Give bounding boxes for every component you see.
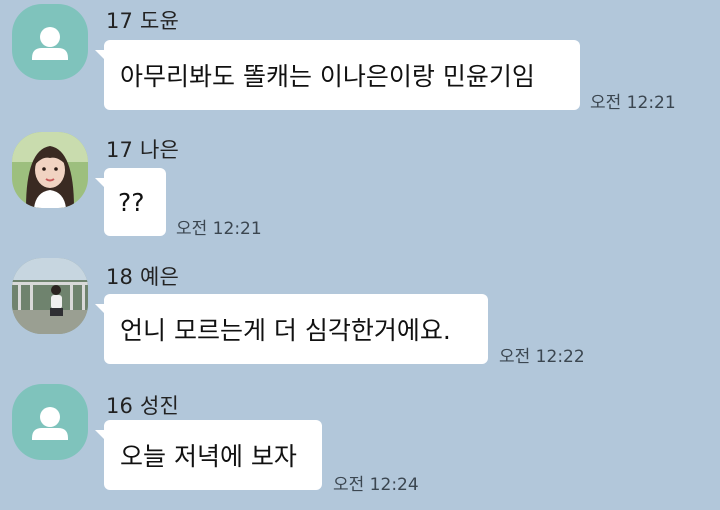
message-timestamp: 오전 12:22 [499,347,585,367]
chat-message-list[interactable]: 17 도윤 아무리봐도 똘캐는 이나은이랑 민윤기임 오전 12:21 17 나… [0,0,720,510]
profile-photo[interactable] [12,132,88,208]
outdoor-photo-image [12,258,88,334]
message-bubble[interactable]: 언니 모르는게 더 심각한거에요. [95,294,488,364]
person-icon [32,407,68,440]
message-timestamp: 오전 12:21 [590,93,676,113]
sender-name: 16 성진 [106,394,180,418]
default-profile-icon[interactable] [12,384,88,460]
sender-name: 18 예은 [106,265,180,289]
profile-photo[interactable] [12,258,88,334]
message-timestamp: 오전 12:24 [333,475,419,495]
message-bubble[interactable]: 오늘 저녁에 보자 [95,420,322,490]
message-bubble[interactable]: 아무리봐도 똘캐는 이나은이랑 민윤기임 [95,40,580,110]
sender-name: 17 도윤 [106,9,180,33]
message-timestamp: 오전 12:21 [176,219,262,239]
person-icon [32,27,68,60]
sender-name: 17 나은 [106,138,180,162]
portrait-image [12,132,88,208]
message-bubble[interactable]: ?? [95,168,166,236]
default-profile-icon[interactable] [12,4,88,80]
